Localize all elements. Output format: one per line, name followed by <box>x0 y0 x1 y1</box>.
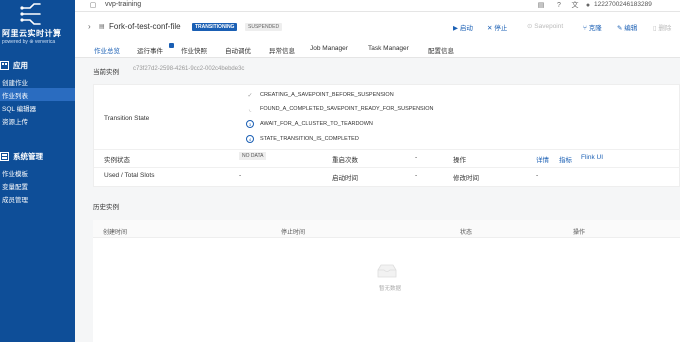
transition-step: 3 AWAIT_FOR_A_CLUSTER_TO_TEARDOWN <box>246 120 373 128</box>
start-time-value: - <box>415 172 418 179</box>
divider <box>94 149 680 150</box>
transition-step: ✓ CREATING_A_SAVEPOINT_BEFORE_SUSPENSION <box>246 91 394 99</box>
logo-title: 阿里云实时计算 <box>2 29 62 38</box>
clone-button[interactable]: ⑂ 克隆 <box>583 22 602 32</box>
docs-icon[interactable]: ▤ <box>537 2 545 10</box>
sidebar-item-members[interactable]: 成员管理 <box>0 192 75 205</box>
tab-bar: 作业总览 运行事件 作业快照 自动调优 异常信息 Job Manager Tas… <box>75 40 680 60</box>
savepoint-button-label: Savepoint <box>534 23 564 30</box>
start-time-label: 启动时间 <box>332 175 358 182</box>
help-icon[interactable]: ? <box>555 2 563 10</box>
tab-overview[interactable]: 作业总览 <box>92 45 122 60</box>
project-selector[interactable]: vvp-training <box>105 1 141 8</box>
transition-step-label: CREATING_A_SAVEPOINT_BEFORE_SUSPENSION <box>260 92 394 98</box>
modified-time-value: - <box>536 172 539 179</box>
play-icon: ▶ <box>453 25 460 32</box>
details-link[interactable]: 详情 <box>536 154 549 164</box>
instance-state-badge: NO DATA <box>239 152 267 160</box>
history-table-header: 创建时间 停止时间 状态 操作 <box>93 220 680 238</box>
delete-button-label: 删除 <box>658 25 672 32</box>
current-instance-row: 当前实例 c73f27d2-2598-4261-9cc2-002c4bebde3… <box>75 63 680 77</box>
sidebar-item-job-templates[interactable]: 作业模板 <box>0 166 75 179</box>
workspace-icon[interactable]: ▢ <box>89 2 97 10</box>
transition-step-label: STATE_TRANSITION_IS_COMPLETED <box>260 136 359 142</box>
instance-state-label: 实例状态 <box>104 157 130 164</box>
tab-events[interactable]: 运行事件 <box>137 45 163 55</box>
sidebar-section-sys-label: 系统管理 <box>13 152 43 161</box>
status-badge-transitioning: TRANSITIONING <box>192 23 238 31</box>
transition-state-label: Transition State <box>104 115 150 122</box>
system-settings-icon <box>0 152 9 161</box>
sidebar-item-sql-editor[interactable]: SQL 编辑器 <box>0 101 75 114</box>
app-grid-icon <box>0 61 9 70</box>
start-button[interactable]: ▶ 启动 <box>453 22 473 32</box>
column-header: 创建时间 <box>103 230 128 236</box>
column-header: 操作 <box>573 230 586 236</box>
back-chevron-icon[interactable]: › <box>88 22 91 31</box>
logo: 阿里云实时计算 powered by ⊕ ververica <box>0 0 75 50</box>
column-header: 状态 <box>460 230 473 236</box>
divider <box>94 167 680 168</box>
restart-count-value: - <box>415 154 418 161</box>
tab-exceptions[interactable]: 异常信息 <box>269 45 295 55</box>
sidebar: 阿里云实时计算 powered by ⊕ ververica 应用 创建作业 作… <box>0 0 75 342</box>
flink-ui-link[interactable]: Flink UI <box>581 154 603 161</box>
tab-config[interactable]: 配置信息 <box>428 45 454 55</box>
savepoint-button[interactable]: ⊙ Savepoint <box>527 22 563 30</box>
tab-snapshots[interactable]: 作业快照 <box>181 45 207 55</box>
loading-icon: ◟ <box>248 106 252 113</box>
tab-job-manager[interactable]: Job Manager <box>310 45 348 52</box>
metrics-link[interactable]: 指标 <box>559 154 572 164</box>
clone-button-label: 克隆 <box>588 25 602 32</box>
operations-label: 操作 <box>453 157 466 164</box>
empty-inbox-icon <box>377 264 397 278</box>
sidebar-section-app-label: 应用 <box>13 61 28 70</box>
edit-button[interactable]: ✎ 编辑 <box>617 22 637 32</box>
sidebar-item-resource-upload[interactable]: 资源上传 <box>0 114 75 127</box>
history-table: 创建时间 停止时间 状态 操作 暂无数据 <box>93 220 680 342</box>
restart-count-label: 重启次数 <box>332 157 358 164</box>
start-button-label: 启动 <box>459 25 473 32</box>
user-icon[interactable]: ● <box>584 2 592 10</box>
delete-button[interactable]: ▯ 删除 <box>653 22 671 32</box>
job-type-icon: ▤ <box>99 24 105 30</box>
empty-state-text: 暂无数据 <box>379 286 402 292</box>
sidebar-section-sys[interactable]: 系统管理 <box>0 150 75 163</box>
transition-step-label: AWAIT_FOR_A_CLUSTER_TO_TEARDOWN <box>260 121 373 127</box>
logo-mark-icon <box>20 3 41 25</box>
job-title: Fork-of-test-conf-file <box>109 22 181 31</box>
sidebar-item-create-job[interactable]: 创建作业 <box>0 75 75 88</box>
account-id[interactable]: 1222700246183289 <box>594 1 652 8</box>
main-content: 当前实例 c73f27d2-2598-4261-9cc2-002c4bebde3… <box>75 58 680 342</box>
sidebar-item-variables[interactable]: 变量配置 <box>0 179 75 192</box>
current-instance-id: c73f27d2-2598-4261-9cc2-002c4bebde3c <box>133 66 245 72</box>
edit-button-label: 编辑 <box>624 25 638 32</box>
transition-step: ◟ FOUND_A_COMPLETED_SAVEPOINT_READY_FOR_… <box>246 105 434 113</box>
logo-subtitle: powered by ⊕ ververica <box>2 39 56 45</box>
slots-label: Used / Total Slots <box>104 172 155 179</box>
step-number-icon: 4 <box>246 135 254 143</box>
stop-button[interactable]: ✕ 停止 <box>487 22 507 32</box>
current-instance-label: 当前实例 <box>93 69 119 76</box>
job-header: › ▤ Fork-of-test-conf-file TRANSITIONING… <box>75 14 680 40</box>
modified-time-label: 修改时间 <box>453 175 479 182</box>
slots-value: - <box>239 172 242 179</box>
stop-button-label: 停止 <box>494 25 508 32</box>
tab-events-badge <box>169 43 174 48</box>
top-bar: ▢ vvp-training ▤ ? 文 ● 1222700246183289 <box>75 0 680 12</box>
language-icon[interactable]: 文 <box>571 2 579 10</box>
tab-task-manager[interactable]: Task Manager <box>368 45 409 52</box>
column-header: 停止时间 <box>281 230 306 236</box>
history-title: 历史实例 <box>93 204 119 211</box>
transition-step: 4 STATE_TRANSITION_IS_COMPLETED <box>246 135 359 143</box>
sidebar-item-job-list[interactable]: 作业列表 <box>0 88 75 101</box>
check-icon: ✓ <box>247 92 253 99</box>
instance-card: Transition State ✓ CREATING_A_SAVEPOINT_… <box>93 84 680 187</box>
sidebar-section-app[interactable]: 应用 <box>0 59 75 72</box>
tab-autotune[interactable]: 自动调优 <box>225 45 251 55</box>
status-badge-target: SUSPENDED <box>245 23 283 31</box>
transition-step-label: FOUND_A_COMPLETED_SAVEPOINT_READY_FOR_SU… <box>260 106 434 112</box>
step-number-icon: 3 <box>246 120 254 128</box>
